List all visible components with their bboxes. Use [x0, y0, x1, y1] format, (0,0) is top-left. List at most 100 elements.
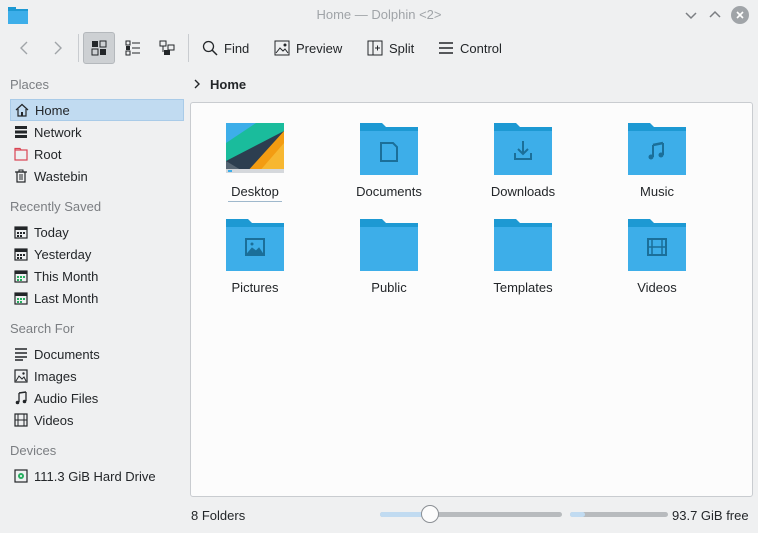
title-bar: Home — Dolphin <2>: [0, 0, 758, 30]
split-button[interactable]: Split: [361, 32, 420, 64]
home-icon: [15, 103, 29, 117]
image-icon: [14, 369, 28, 383]
sidebar-item-label: Network: [34, 124, 82, 140]
details-view-icon: [159, 40, 175, 55]
free-space-label: 93.7 GiB free: [672, 508, 749, 523]
find-label: Find: [224, 40, 250, 56]
control-button[interactable]: Control: [432, 32, 508, 64]
sidebar-item-last-month[interactable]: Last Month: [10, 287, 184, 309]
sidebar-item-yesterday[interactable]: Yesterday: [10, 243, 184, 265]
sidebar-item-label: Audio Files: [34, 390, 99, 406]
file-item-music[interactable]: Music: [597, 109, 717, 199]
sidebar-item-root[interactable]: Root: [10, 143, 184, 165]
forward-button[interactable]: [44, 32, 72, 64]
file-item-label: Documents: [356, 184, 422, 199]
sidebar-item-label: Yesterday: [34, 246, 92, 262]
sidebar-item-search-videos[interactable]: Videos: [10, 409, 184, 431]
compact-view-icon: [125, 40, 140, 56]
trash-icon: [15, 169, 27, 183]
image-preview-icon: [274, 40, 290, 56]
compact-view-button[interactable]: [118, 32, 148, 64]
pictures-folder-icon: [226, 219, 284, 271]
disk-usage-fill: [570, 512, 585, 517]
sidebar-item-label: Wastebin: [34, 168, 88, 184]
sidebar-item-label: Images: [34, 368, 77, 384]
sidebar-item-label: Last Month: [34, 290, 99, 306]
calendar-icon: [14, 292, 28, 305]
sidebar-item-network[interactable]: Network: [10, 121, 184, 143]
maximize-icon[interactable]: [706, 6, 724, 24]
split-view-icon: [367, 40, 383, 56]
file-item-documents[interactable]: Documents: [329, 109, 449, 199]
zoom-slider[interactable]: [380, 512, 562, 517]
zoom-slider-handle[interactable]: [421, 505, 439, 523]
breadcrumb: Home: [192, 74, 246, 94]
toolbar-separator: [78, 34, 79, 62]
file-item-templates[interactable]: Templates: [463, 205, 583, 295]
search-icon: [202, 40, 218, 56]
file-view[interactable]: Desktop Documents Downloads Music Pictur…: [190, 102, 753, 497]
sidebar-item-label: Videos: [34, 412, 74, 428]
file-item-videos[interactable]: Videos: [597, 205, 717, 295]
hard-drive-icon: [14, 469, 28, 483]
preview-label: Preview: [296, 40, 343, 56]
icons-view-icon: [91, 40, 107, 56]
videos-folder-icon: [628, 219, 686, 271]
sidebar-item-label: Today: [34, 224, 69, 240]
network-icon: [15, 126, 27, 138]
file-item-desktop[interactable]: Desktop: [195, 109, 315, 202]
file-item-label: Music: [640, 184, 674, 199]
sidebar-item-search-audio[interactable]: Audio Files: [10, 387, 184, 409]
devices-section-title: Devices: [10, 443, 57, 458]
window-title: Home — Dolphin <2>: [316, 7, 442, 22]
music-note-icon: [15, 391, 27, 405]
file-item-label: Pictures: [231, 280, 279, 295]
chevron-right-icon[interactable]: [192, 78, 202, 90]
toolbar-separator: [188, 34, 189, 62]
arrow-left-icon: [20, 41, 28, 55]
sidebar-item-search-documents[interactable]: Documents: [10, 343, 184, 365]
folder-icon: [360, 219, 418, 271]
sidebar-item-label: 111.3 GiB Hard Drive: [34, 468, 156, 484]
back-button[interactable]: [10, 32, 38, 64]
sidebar-item-label: Root: [34, 146, 62, 162]
calendar-icon: [14, 248, 28, 261]
calendar-icon: [14, 270, 28, 283]
folder-icon: [494, 219, 552, 271]
sidebar-item-today[interactable]: Today: [10, 221, 184, 243]
file-item-label: Desktop: [228, 184, 282, 202]
calendar-icon: [14, 226, 28, 239]
file-item-pictures[interactable]: Pictures: [195, 205, 315, 295]
sidebar-item-wastebin[interactable]: Wastebin: [10, 165, 184, 187]
sidebar-item-label: Home: [35, 102, 70, 118]
documents-folder-icon: [360, 123, 418, 175]
minimize-icon[interactable]: [682, 6, 700, 24]
file-item-public[interactable]: Public: [329, 205, 449, 295]
sidebar-item-label: Documents: [34, 346, 100, 362]
root-folder-icon: [14, 147, 28, 161]
document-list-icon: [15, 348, 27, 361]
disk-usage-bar: [570, 512, 668, 517]
file-item-downloads[interactable]: Downloads: [463, 109, 583, 199]
close-icon: [736, 11, 744, 19]
details-view-button[interactable]: [152, 32, 182, 64]
sidebar-item-hard-drive[interactable]: 111.3 GiB Hard Drive: [10, 465, 184, 487]
find-button[interactable]: Find: [196, 32, 255, 64]
desktop-folder-icon: [226, 123, 284, 173]
file-item-label: Videos: [637, 280, 677, 295]
close-button[interactable]: [731, 6, 749, 24]
sidebar-item-label: This Month: [34, 268, 99, 284]
recent-section-title: Recently Saved: [10, 199, 102, 214]
places-panel: Places Home Network Root Wastebin Recent…: [0, 70, 186, 500]
arrow-right-icon: [54, 41, 62, 55]
preview-button[interactable]: Preview: [268, 32, 348, 64]
control-label: Control: [460, 40, 502, 56]
sidebar-item-this-month[interactable]: This Month: [10, 265, 184, 287]
breadcrumb-home[interactable]: Home: [210, 77, 246, 92]
music-folder-icon: [628, 123, 686, 175]
film-icon: [14, 413, 28, 427]
hamburger-menu-icon: [439, 42, 453, 54]
icons-view-button[interactable]: [83, 32, 115, 64]
sidebar-item-home[interactable]: Home: [10, 99, 184, 121]
sidebar-item-search-images[interactable]: Images: [10, 365, 184, 387]
